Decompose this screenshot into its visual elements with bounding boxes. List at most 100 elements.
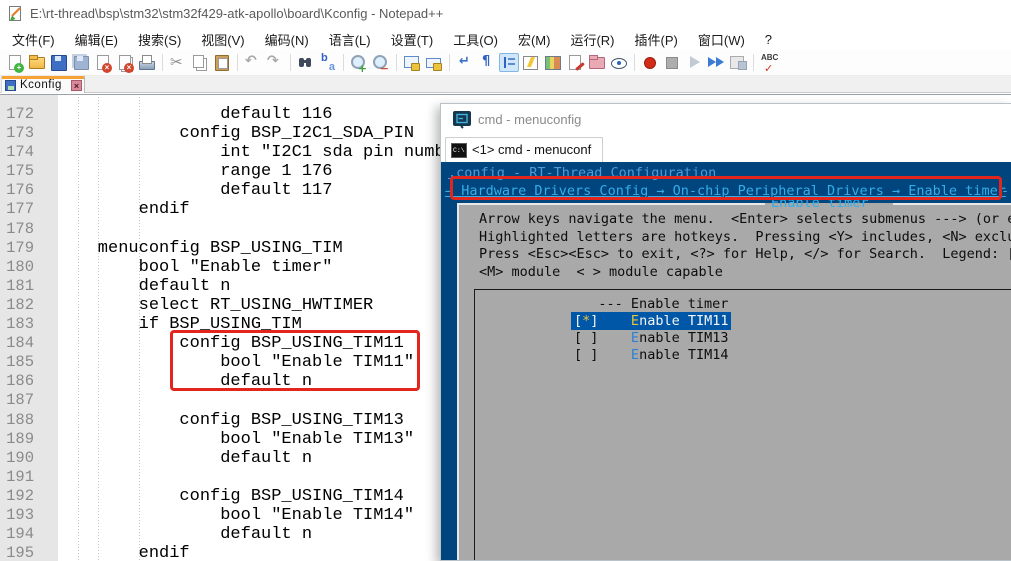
save-icon[interactable]: [49, 53, 69, 72]
save-all-icon[interactable]: [71, 53, 91, 72]
macro-stop-icon[interactable]: [662, 53, 682, 72]
menu-option-enable-tim11[interactable]: [*] Enable TIM11: [571, 313, 731, 330]
menu-item[interactable]: 设置(T): [381, 28, 444, 51]
menu-item[interactable]: 编辑(E): [65, 28, 128, 51]
menu-list-box: [474, 289, 1011, 560]
tab-label: Kconfig: [20, 79, 62, 91]
menu-item[interactable]: 语言(L): [319, 28, 381, 51]
hotkey-letter: E: [631, 347, 639, 363]
menu-item[interactable]: 搜索(S): [128, 28, 191, 51]
line-number: 173: [0, 124, 34, 143]
toolbar-separator: [630, 53, 639, 72]
line-number: 184: [0, 334, 34, 353]
macro-play-icon[interactable]: [684, 53, 704, 72]
toolbar-separator: [339, 53, 348, 72]
paste-icon[interactable]: [212, 53, 232, 72]
tab-close-icon[interactable]: ×: [71, 80, 82, 91]
line-number: 192: [0, 487, 34, 506]
dialog-left-border: [457, 203, 459, 560]
toolbar-separator: [749, 53, 758, 72]
word-wrap-icon[interactable]: [455, 53, 475, 72]
svg-text:C:\: C:\: [453, 147, 465, 154]
menu-option-enable-tim13[interactable]: [ ] Enable TIM13: [571, 330, 731, 347]
sync-scroll-h-icon[interactable]: [424, 53, 444, 72]
undo-icon[interactable]: [243, 53, 263, 72]
dialog-top-border: [893, 203, 1011, 205]
replace-icon[interactable]: [318, 53, 338, 72]
line-number: 187: [0, 391, 34, 410]
terminal[interactable]: .config - RT-Thread Configuration → Hard…: [441, 162, 1011, 560]
redo-icon[interactable]: [265, 53, 285, 72]
checkbox-checked-icon: *: [582, 313, 590, 329]
dialog-top-border: [457, 203, 765, 205]
hotkey-letter: E: [631, 313, 639, 329]
menu-list-header: --- Enable timer: [571, 296, 731, 313]
window-title: E:\rt-thread\bsp\stm32\stm32f429-atk-apo…: [30, 6, 443, 21]
function-list-icon[interactable]: [565, 53, 585, 72]
cmd-console-tab[interactable]: C:\ <1> cmd - menuconf: [445, 137, 603, 162]
menu-bar: 文件(F)编辑(E)搜索(S)视图(V)编码(N)语言(L)设置(T)工具(O)…: [0, 28, 1011, 50]
open-folder-icon[interactable]: [27, 53, 47, 72]
cmd-window: cmd - menuconfig C:\ <1> cmd - menuconf …: [440, 103, 1011, 561]
menu-item[interactable]: 插件(P): [625, 28, 688, 51]
menu-item[interactable]: 窗口(W): [688, 28, 755, 51]
show-all-chars-icon[interactable]: [477, 53, 497, 72]
line-number: 180: [0, 258, 34, 277]
toolbar-separator: [392, 53, 401, 72]
breadcrumb-trailing-dash: -: [1001, 183, 1009, 199]
folder-workspace-icon[interactable]: [587, 53, 607, 72]
sync-scroll-v-icon[interactable]: [402, 53, 422, 72]
menu-option-enable-tim14[interactable]: [ ] Enable TIM14: [571, 347, 731, 364]
line-number: 175: [0, 162, 34, 181]
doc-switcher-icon[interactable]: [521, 53, 541, 72]
spell-check-icon[interactable]: [759, 53, 779, 72]
line-number: 186: [0, 372, 34, 391]
menu-item[interactable]: 视图(V): [191, 28, 254, 51]
help-line: <M> module < > module capable: [479, 264, 1011, 282]
line-number: 191: [0, 468, 34, 487]
cut-icon[interactable]: [168, 53, 188, 72]
help-line: Press <Esc><Esc> to exit, <?> for Help, …: [479, 246, 1011, 264]
menu-item[interactable]: 工具(O): [443, 28, 508, 51]
line-number: 194: [0, 525, 34, 544]
menu-item[interactable]: ?: [755, 30, 782, 49]
new-file-icon[interactable]: [5, 53, 25, 72]
menu-item[interactable]: 运行(R): [560, 28, 624, 51]
line-number: 193: [0, 506, 34, 525]
zoom-in-icon[interactable]: [349, 53, 369, 72]
cmd-tab-bar: C:\ <1> cmd - menuconf: [441, 135, 1011, 162]
indent-guide-icon[interactable]: [499, 53, 519, 72]
line-number: 172: [0, 105, 34, 124]
close-icon[interactable]: [93, 53, 113, 72]
macro-record-icon[interactable]: [640, 53, 660, 72]
line-number: 185: [0, 353, 34, 372]
zoom-out-icon[interactable]: [371, 53, 391, 72]
line-number: 176: [0, 181, 34, 200]
line-number: 190: [0, 449, 34, 468]
menu-item[interactable]: 文件(F): [2, 28, 65, 51]
annotation-box-code: [170, 330, 420, 391]
macro-run-multiple-icon[interactable]: [706, 53, 726, 72]
line-number: 189: [0, 430, 34, 449]
macro-save-icon[interactable]: [728, 53, 748, 72]
toolbar-separator: [158, 53, 167, 72]
menu-item[interactable]: 宏(M): [508, 28, 561, 51]
print-icon[interactable]: [137, 53, 157, 72]
tab-kconfig[interactable]: Kconfig ×: [1, 76, 85, 93]
screen: E:\rt-thread\bsp\stm32\stm32f429-atk-apo…: [0, 0, 1011, 561]
copy-icon[interactable]: [190, 53, 210, 72]
annotation-box-breadcrumb: [450, 176, 1002, 200]
toolbar: [0, 50, 1011, 76]
menu-item[interactable]: 编码(N): [255, 28, 319, 51]
line-number: 179: [0, 239, 34, 258]
document-map-icon[interactable]: [543, 53, 563, 72]
console-window-icon: [452, 110, 472, 129]
monitoring-icon[interactable]: [609, 53, 629, 72]
help-text: Arrow keys navigate the menu. <Enter> se…: [479, 211, 1011, 283]
notepad-title-bar: E:\rt-thread\bsp\stm32\stm32f429-atk-apo…: [0, 0, 1011, 28]
close-all-icon[interactable]: [115, 53, 135, 72]
toolbar-separator: [445, 53, 454, 72]
saved-file-icon: [5, 80, 16, 91]
find-icon[interactable]: [296, 53, 316, 72]
toolbar-separator: [233, 53, 242, 72]
